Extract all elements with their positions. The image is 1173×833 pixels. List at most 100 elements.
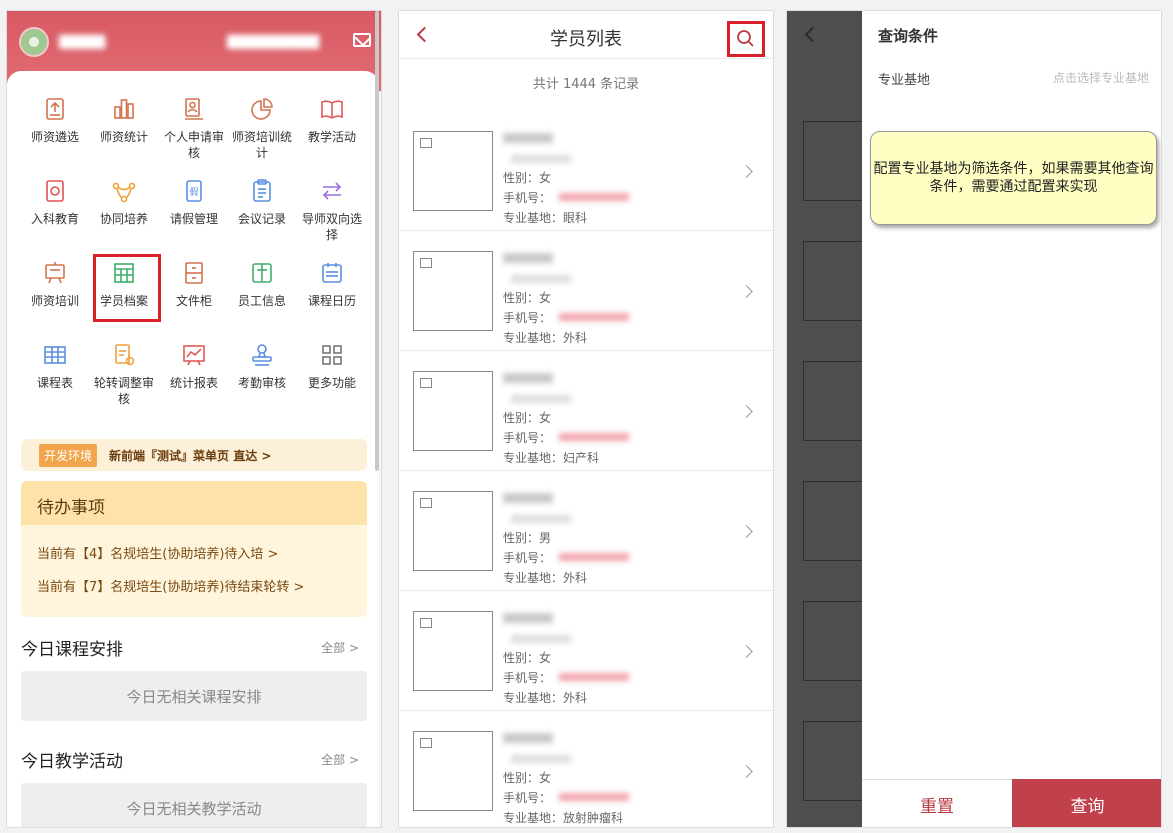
base-value: 眼科 (563, 211, 588, 225)
filter-drawer: 查询条件 专业基地 点击选择专业基地 配置专业基地为筛选条件，如果需要其他查询条… (862, 11, 1161, 827)
home-panel: █████ ██████████ 师资遴选 师资统计 个人申请审核 师资培训统计 教学活… (6, 10, 382, 828)
gender-label: 性别： (503, 771, 540, 785)
grid-item[interactable]: 员工信息 (227, 259, 297, 309)
todo-title: 待办事项 (21, 481, 367, 525)
grid-item[interactable]: 师资培训 (20, 259, 90, 309)
phone-line: 手机号： (503, 549, 551, 566)
student-row[interactable]: 性别：女手机号： 专业基地：外科 (399, 591, 773, 711)
search-icon (737, 30, 754, 47)
mail-icon[interactable] (353, 33, 371, 47)
phone-line: 手机号： (503, 309, 551, 326)
grid-item[interactable]: 文件柜 (159, 259, 229, 309)
student-id-blurred (511, 275, 571, 283)
grid-item[interactable]: 师资培训统计 (227, 95, 297, 161)
todo-item[interactable]: 当前有【7】名规培生(协助培养)待结束轮转 > (21, 576, 367, 595)
avatar[interactable] (19, 27, 49, 57)
phone-label: 手机号： (503, 431, 552, 445)
hospital-name-blurred: ██████████ (227, 35, 320, 49)
grid-item-label: 请假管理 (169, 212, 218, 226)
phone-label: 手机号： (503, 671, 552, 685)
student-name-blurred (503, 373, 553, 383)
grid-item-label: 师资遴选 (30, 130, 79, 144)
base-label: 专业基地： (503, 811, 564, 825)
gender-label: 性别： (503, 291, 540, 305)
grid-item[interactable]: 轮转调整审核 (89, 341, 159, 407)
base-label: 专业基地： (503, 451, 564, 465)
dev-env-link[interactable]: 新前端『测试』菜单页 直达 > (109, 447, 271, 464)
dev-env-bar[interactable]: 开发环境 新前端『测试』菜单页 直达 > (21, 439, 367, 471)
grid-item-label: 导师双向选择 (301, 212, 362, 242)
student-name-blurred (503, 253, 553, 263)
phone-line: 手机号： (503, 669, 551, 686)
grid-item-label: 统计报表 (169, 376, 218, 390)
student-row[interactable]: 性别：女 手机号： 专业基地：放射肿瘤科 (399, 711, 773, 827)
gender-label: 性别： (503, 171, 540, 185)
today-course-more-link[interactable]: 全部 > (321, 639, 359, 656)
chevron-right-icon (740, 165, 753, 178)
grid-item[interactable]: 课程日历 (297, 259, 367, 309)
grid-item-label: 师资培训统计 (231, 130, 292, 160)
dimmed-thumb (803, 481, 863, 561)
query-button[interactable]: 查询 (1012, 779, 1161, 827)
student-row[interactable]: 性别：女手机号： 专业基地：妇产科 (399, 351, 773, 471)
grid-item[interactable]: 师资遴选 (20, 95, 90, 145)
grid-item[interactable]: 更多功能 (297, 341, 367, 391)
today-activity-more-link[interactable]: 全部 > (321, 751, 359, 768)
scrollbar[interactable] (375, 11, 379, 471)
gender-line: 性别：女 (503, 169, 551, 186)
swap-icon (318, 177, 346, 205)
phone-line: 手机号： (503, 189, 551, 206)
phone-line: 手机号： (503, 789, 551, 806)
base-line: 专业基地：眼科 (503, 209, 587, 226)
grid-item[interactable]: 统计报表 (159, 341, 229, 391)
search-button[interactable] (727, 21, 765, 57)
todo-item[interactable]: 当前有【4】名规培生(协助培养)待入培 > (21, 543, 367, 562)
dimmed-thumb (803, 721, 863, 801)
grid-item[interactable]: 个人申请审核 (159, 95, 229, 161)
base-value: 外科 (563, 691, 588, 705)
phone-value-blurred (559, 793, 629, 801)
grid-item[interactable]: 师资统计 (89, 95, 159, 145)
back-icon[interactable] (804, 26, 821, 43)
dev-env-tag: 开发环境 (39, 443, 98, 467)
phone-label: 手机号： (503, 191, 552, 205)
base-value: 妇产科 (563, 451, 600, 465)
grid-item[interactable]: 考勤审核 (227, 341, 297, 391)
base-line: 专业基地：外科 (503, 689, 587, 706)
student-row[interactable]: 性别：女手机号： 专业基地：眼科 (399, 111, 773, 231)
grid-item[interactable]: 导师双向选择 (297, 177, 367, 243)
base-line: 专业基地：妇产科 (503, 449, 599, 466)
grid-item-label: 课程表 (36, 376, 73, 390)
gender-line: 性别：男 (503, 529, 551, 546)
grid-item[interactable]: 教学活动 (297, 95, 367, 145)
gender-label: 性别： (503, 651, 540, 665)
grid-item[interactable]: 协同培养 (89, 177, 159, 227)
grid-item[interactable]: 入科教育 (20, 177, 90, 227)
student-row[interactable]: 性别：女 手机号： 专业基地：外科 (399, 231, 773, 351)
gender-line: 性别：女 (503, 649, 551, 666)
leave-icon: 假 (180, 177, 208, 205)
cabinet-icon (180, 259, 208, 287)
grid-item[interactable]: 会议记录 (227, 177, 297, 227)
grid-item-label: 协同培养 (99, 212, 148, 226)
dimmed-thumb (803, 121, 863, 201)
dimmed-thumb (803, 361, 863, 441)
student-row[interactable]: 性别：男 手机号： 专业基地：外科 (399, 471, 773, 591)
chevron-right-icon (740, 765, 753, 778)
phone-value-blurred (559, 193, 629, 201)
today-course-empty: 今日无相关课程安排 (21, 671, 367, 721)
dimmed-thumb (803, 241, 863, 321)
gender-value: 女 (539, 651, 552, 665)
pie-chart-icon (248, 95, 276, 123)
stamp-icon (248, 341, 276, 369)
phone-label: 手机号： (503, 551, 552, 565)
base-label: 专业基地： (503, 211, 564, 225)
base-select[interactable]: 点击选择专业基地 (1053, 69, 1149, 86)
base-value: 外科 (563, 571, 588, 585)
grid-item[interactable]: 假请假管理 (159, 177, 229, 227)
reset-button[interactable]: 重置 (862, 779, 1012, 827)
filter-title: 查询条件 (878, 27, 939, 45)
gender-value: 女 (539, 291, 552, 305)
grid-item[interactable]: 课程表 (20, 341, 90, 391)
gender-line: 性别：女 (503, 409, 551, 426)
